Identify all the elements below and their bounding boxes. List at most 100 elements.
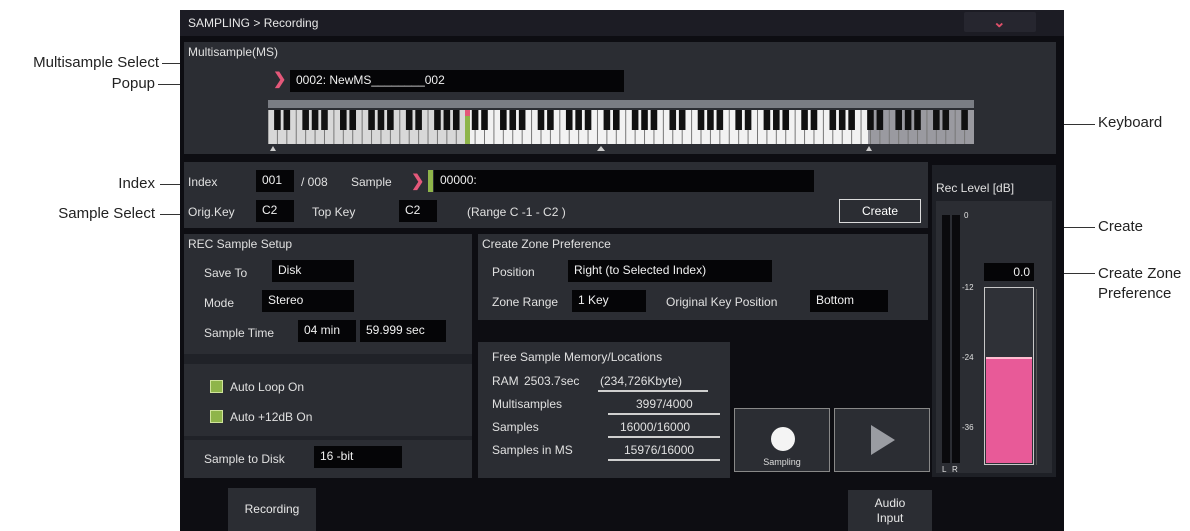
zone-range-value[interactable]: 1 Key [572,290,646,312]
top-key-label: Top Key [312,205,356,219]
sample-label: Sample [351,175,392,189]
black-key [631,110,639,130]
keyboard[interactable] [268,100,974,151]
auto-loop-label: Auto Loop On [230,380,305,394]
create-button[interactable]: Create [839,199,921,223]
play-button[interactable] [834,408,930,472]
black-key [810,110,818,130]
multisample-popup-arrow[interactable]: ❯ [273,69,286,89]
meter-tick-36: -36 [962,423,974,432]
mode-value[interactable]: Stereo [262,290,354,312]
index-total: / 008 [301,175,328,189]
black-key [933,110,940,130]
auto-loop-checkbox[interactable] [210,380,223,393]
multisamples-underline [608,413,720,415]
black-key [434,110,441,130]
black-key [838,110,846,130]
black-key [641,110,648,130]
black-key [848,110,855,130]
callout-text: Multisample Select [33,54,159,71]
auto-options-box [184,364,472,436]
black-key [537,110,545,130]
tab-recording[interactable]: Recording [228,488,316,531]
rec-level-panel: Rec Level [dB] 0 -12 -24 -36 L R 0.0 [932,165,1056,477]
meter-label-r: R [952,465,958,474]
callout-create-zone: Create Zone Preference [1098,264,1181,304]
title-bar: SAMPLING > Recording ⌄ [180,10,1064,36]
callout-sample-select: Sample Select [58,205,155,222]
meter-channel-r [952,215,960,463]
ram-underline [598,390,708,392]
zone-pref-header: Create Zone Preference [478,234,928,254]
save-to-label: Save To [204,266,248,280]
sample-time-sec[interactable]: 59.999 sec [360,320,446,342]
black-key [377,110,385,130]
black-key [801,110,808,130]
meter-tick-0: 0 [964,211,969,220]
black-key [744,110,752,130]
black-key [867,110,874,130]
ram-kbyte: (234,726Kbyte) [600,374,683,388]
rec-level-value[interactable]: 0.0 [984,263,1034,281]
black-key [914,110,921,130]
black-key [565,110,573,130]
samples-label: Samples [492,420,539,434]
rec-setup-title: REC Sample Setup [188,237,293,251]
zone-pref-title: Create Zone Preference [482,237,611,251]
save-to-value[interactable]: Disk [272,260,354,282]
meter-label-l: L [942,465,947,474]
black-key [481,110,488,130]
black-key [321,110,328,130]
sampling-screen: SAMPLING > Recording ⌄ Multisample(MS) ❯… [180,10,1064,531]
position-value[interactable]: Right (to Selected Index) [568,260,772,282]
black-key [603,110,611,130]
multisample-select-field[interactable]: 0002: NewMS________002 [290,70,624,92]
ram-label: RAM [492,374,519,388]
position-label: Position [492,265,535,279]
tab-audio-input-line1: Audio [874,496,906,510]
callout-text: Preference [1098,285,1172,302]
black-key [697,110,705,130]
index-label: Index [188,175,218,189]
top-key-value[interactable]: C2 [399,200,437,222]
sampling-button[interactable]: Sampling [734,408,830,472]
black-key [415,110,422,130]
orig-key-value[interactable]: C2 [256,200,294,222]
auto-12db-checkbox[interactable] [210,410,223,423]
black-key [782,110,790,130]
meter-tick-12: -12 [962,283,974,292]
range-text: (Range C -1 - C2 ) [467,205,566,219]
sample-marker [428,170,433,192]
black-key [340,110,347,130]
black-key [763,110,771,130]
sample-to-disk-value[interactable]: 16 -bit [314,446,402,468]
orig-key-position-value[interactable]: Bottom [810,290,888,312]
sample-time-min[interactable]: 04 min [298,320,356,342]
black-key [443,110,451,130]
rec-level-slider[interactable] [984,287,1034,465]
multisamples-label: Multisamples [492,397,563,411]
sample-popup-arrow[interactable]: ❯ [411,171,424,191]
sample-time-label: Sample Time [204,326,275,340]
black-key [547,110,554,130]
black-key [904,110,912,130]
sample-select-field[interactable]: 00000: [434,170,814,192]
create-zone-preference-panel: Create Zone Preference Position Right (t… [478,234,928,320]
index-value[interactable]: 001 [256,170,294,192]
black-key [518,110,526,130]
black-key [876,110,884,130]
keyboard-keys[interactable] [268,110,974,144]
black-key [302,110,309,130]
callout-keyboard: Keyboard [1098,114,1163,131]
rec-level-fill [986,357,1032,463]
black-key [895,110,902,130]
callout-text: Create Zone [1098,265,1182,282]
zone-range-label: Zone Range [492,295,559,309]
multisamples-value: 3997/4000 [636,397,693,411]
tab-audio-input[interactable]: Audio Input [848,490,932,531]
black-key [716,110,724,130]
black-key [349,110,357,130]
page-menu-button[interactable]: ⌄ [964,12,1036,32]
ram-value: 2503.7sec [524,374,580,388]
free-memory-panel: Free Sample Memory/Locations RAM 2503.7s… [478,342,730,478]
